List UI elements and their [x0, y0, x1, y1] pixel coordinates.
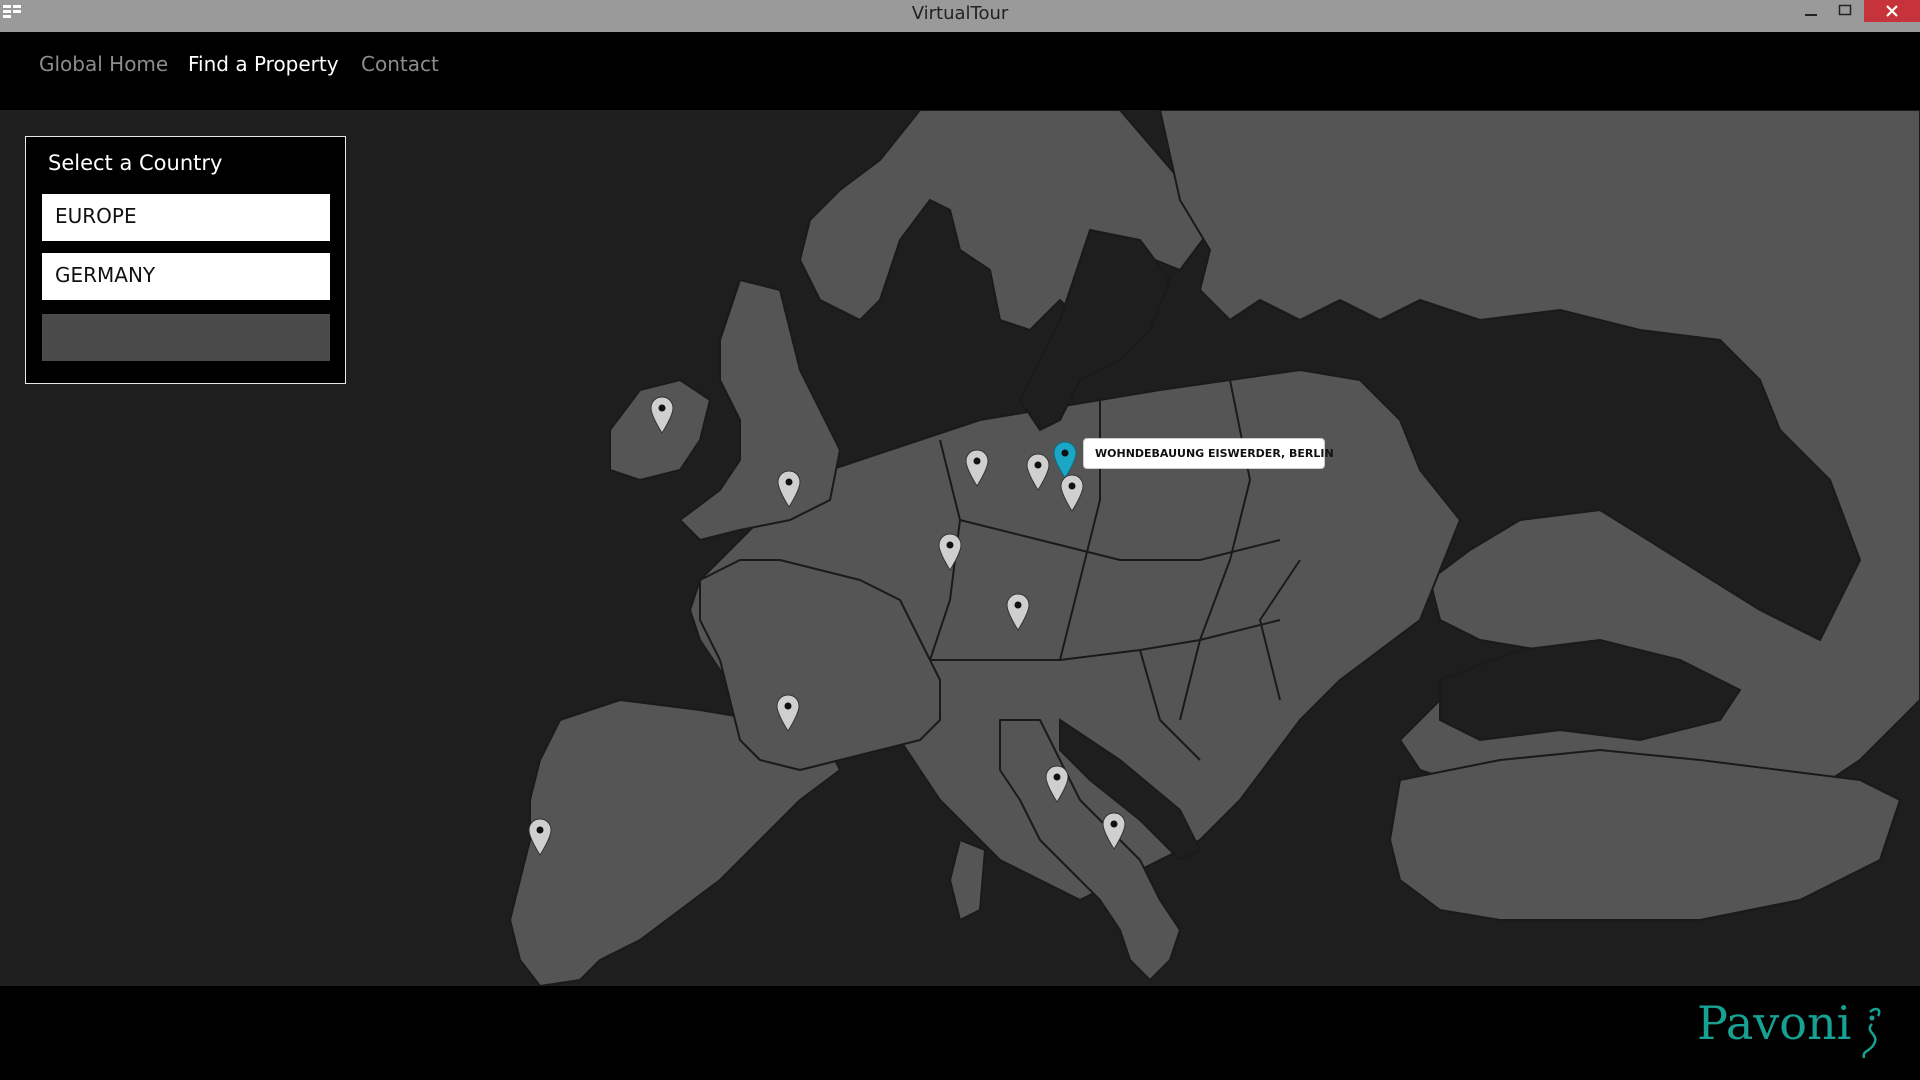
close-button[interactable] — [1864, 0, 1920, 22]
nav-global-home[interactable]: Global Home — [39, 52, 168, 76]
map-pin-icon[interactable] — [1026, 453, 1050, 491]
map-pin-icon[interactable] — [1102, 812, 1126, 850]
window-title: VirtualTour — [911, 3, 1009, 24]
map-pin-icon[interactable] — [528, 818, 552, 856]
maximize-icon — [1838, 4, 1852, 16]
main-nav: Global Home Find a Property Contact — [0, 32, 1920, 110]
nav-contact[interactable]: Contact — [361, 52, 439, 76]
maximize-button[interactable] — [1832, 0, 1858, 22]
nav-find-a-property[interactable]: Find a Property — [188, 52, 339, 76]
map-pin-icon[interactable] — [650, 396, 674, 434]
map-pin-icon[interactable] — [1045, 765, 1069, 803]
map-pin-icon[interactable] — [776, 694, 800, 732]
logo-swirl-icon — [1862, 1007, 1881, 1059]
country-select[interactable]: GERMANY — [42, 253, 330, 300]
sardinia-land — [949, 839, 986, 921]
pavoni-logo: Pavoni — [1697, 996, 1852, 1050]
map-pin-icon[interactable] — [777, 470, 801, 508]
map-pin-icon[interactable] — [1060, 474, 1084, 512]
property-tooltip[interactable]: WOHNDEBAUUNG EISWERDER, BERLIN — [1083, 438, 1334, 469]
title-bar: VirtualTour — [0, 0, 1920, 32]
minimize-icon — [1805, 14, 1817, 16]
turkey-land — [1389, 749, 1901, 921]
map-pin-icon[interactable] — [1006, 593, 1030, 631]
close-icon — [1886, 5, 1898, 17]
footer: Pavoni — [0, 986, 1920, 1080]
map-pin-icon[interactable] — [938, 533, 962, 571]
country-select-panel: Select a Country EUROPE GERMANY — [25, 136, 346, 384]
region-select[interactable]: EUROPE — [42, 194, 330, 241]
city-select[interactable] — [42, 314, 330, 361]
panel-title: Select a Country — [48, 151, 223, 175]
minimize-button[interactable] — [1798, 0, 1824, 22]
map-pin-icon[interactable] — [965, 449, 989, 487]
